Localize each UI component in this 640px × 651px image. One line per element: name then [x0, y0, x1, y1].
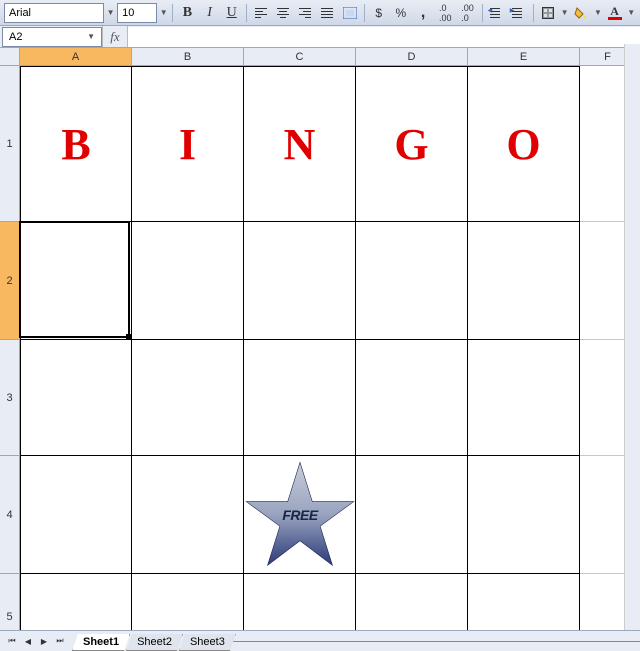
- cell-A3[interactable]: [20, 340, 132, 456]
- tab-nav-first[interactable]: ⏮: [4, 633, 20, 649]
- col-header-C[interactable]: C: [244, 48, 356, 66]
- cell-D1[interactable]: G: [356, 66, 468, 222]
- row-headers: 12345: [0, 66, 20, 630]
- name-box[interactable]: A2 ▼: [2, 27, 102, 47]
- borders-dropdown[interactable]: ▼: [560, 2, 569, 24]
- vertical-scrollbar[interactable]: [624, 44, 640, 630]
- cell-E1[interactable]: O: [468, 66, 580, 222]
- tab-nav-last[interactable]: ⏭: [52, 633, 68, 649]
- cell-B3[interactable]: [132, 340, 244, 456]
- merge-cells-button[interactable]: [340, 2, 360, 24]
- font-name-select[interactable]: [4, 3, 104, 23]
- cell-B5[interactable]: [132, 574, 244, 630]
- cell-E3[interactable]: [468, 340, 580, 456]
- increase-decimal-button[interactable]: .0.00: [435, 2, 455, 24]
- align-right-button[interactable]: [295, 2, 315, 24]
- underline-button[interactable]: U: [222, 2, 242, 24]
- font-name-dropdown[interactable]: ▼: [106, 2, 115, 24]
- formatting-toolbar: ▼ ▼ B I U $ % , .0.00 .00.0 ▼ ▼ A ▼: [0, 0, 640, 26]
- cell-reference: A2: [9, 31, 22, 43]
- row-header-4[interactable]: 4: [0, 456, 20, 574]
- decrease-decimal-button[interactable]: .00.0: [457, 2, 477, 24]
- cell-A2[interactable]: [20, 222, 132, 340]
- row-header-2[interactable]: 2: [0, 222, 20, 340]
- select-all-corner[interactable]: [0, 48, 20, 66]
- col-header-B[interactable]: B: [132, 48, 244, 66]
- cell-B2[interactable]: [132, 222, 244, 340]
- sheet-tabs: Sheet1Sheet2Sheet3: [72, 631, 232, 651]
- fill-color-dropdown[interactable]: ▼: [593, 2, 602, 24]
- row-header-3[interactable]: 3: [0, 340, 20, 456]
- cell-B1[interactable]: I: [132, 66, 244, 222]
- font-size-dropdown[interactable]: ▼: [159, 2, 168, 24]
- borders-button[interactable]: [538, 2, 558, 24]
- spreadsheet-grid: ABCDEF 12345 BINGO FREE: [0, 48, 640, 630]
- cell-A5[interactable]: [20, 574, 132, 630]
- cell-D5[interactable]: [356, 574, 468, 630]
- free-label: FREE: [282, 507, 317, 523]
- row-header-1[interactable]: 1: [0, 66, 20, 222]
- align-center-button[interactable]: [273, 2, 293, 24]
- fx-button[interactable]: fx: [102, 26, 128, 47]
- cell-C3[interactable]: [244, 340, 356, 456]
- free-star-shape[interactable]: FREE: [244, 455, 356, 575]
- cell-C2[interactable]: [244, 222, 356, 340]
- cell-A4[interactable]: [20, 456, 132, 574]
- cell-D4[interactable]: [356, 456, 468, 574]
- cell-E4[interactable]: [468, 456, 580, 574]
- align-left-button[interactable]: [251, 2, 271, 24]
- row-header-5[interactable]: 5: [0, 574, 20, 630]
- sheet-tab-sheet3[interactable]: Sheet3: [179, 634, 236, 651]
- col-header-E[interactable]: E: [468, 48, 580, 66]
- align-justify-button[interactable]: [317, 2, 337, 24]
- increase-indent-button[interactable]: [509, 2, 529, 24]
- sheet-tab-sheet2[interactable]: Sheet2: [126, 634, 183, 651]
- decrease-indent-button[interactable]: [486, 2, 506, 24]
- font-size-select[interactable]: [117, 3, 157, 23]
- font-color-button[interactable]: A: [604, 2, 624, 24]
- formula-bar: A2 ▼ fx: [0, 26, 640, 48]
- italic-button[interactable]: I: [199, 2, 219, 24]
- formula-input[interactable]: [128, 27, 640, 47]
- col-header-A[interactable]: A: [20, 48, 132, 66]
- font-color-dropdown[interactable]: ▼: [627, 2, 636, 24]
- sheet-tab-sheet1[interactable]: Sheet1: [72, 634, 130, 651]
- cell-C5[interactable]: [244, 574, 356, 630]
- bold-button[interactable]: B: [177, 2, 197, 24]
- column-headers: ABCDEF: [20, 48, 636, 66]
- name-box-dropdown-icon[interactable]: ▼: [87, 32, 95, 41]
- comma-style-button[interactable]: ,: [413, 2, 433, 24]
- cell-D3[interactable]: [356, 340, 468, 456]
- percent-button[interactable]: %: [391, 2, 411, 24]
- cell-B4[interactable]: [132, 456, 244, 574]
- col-header-D[interactable]: D: [356, 48, 468, 66]
- tab-nav-next[interactable]: ▶: [36, 633, 52, 649]
- currency-button[interactable]: $: [369, 2, 389, 24]
- cell-A1[interactable]: B: [20, 66, 132, 222]
- sheet-tab-bar: ⏮ ◀ ▶ ⏭ Sheet1Sheet2Sheet3: [0, 630, 640, 651]
- fill-color-button[interactable]: [571, 2, 591, 24]
- cell-E5[interactable]: [468, 574, 580, 630]
- cell-E2[interactable]: [468, 222, 580, 340]
- cell-D2[interactable]: [356, 222, 468, 340]
- tab-nav-prev[interactable]: ◀: [20, 633, 36, 649]
- cell-C1[interactable]: N: [244, 66, 356, 222]
